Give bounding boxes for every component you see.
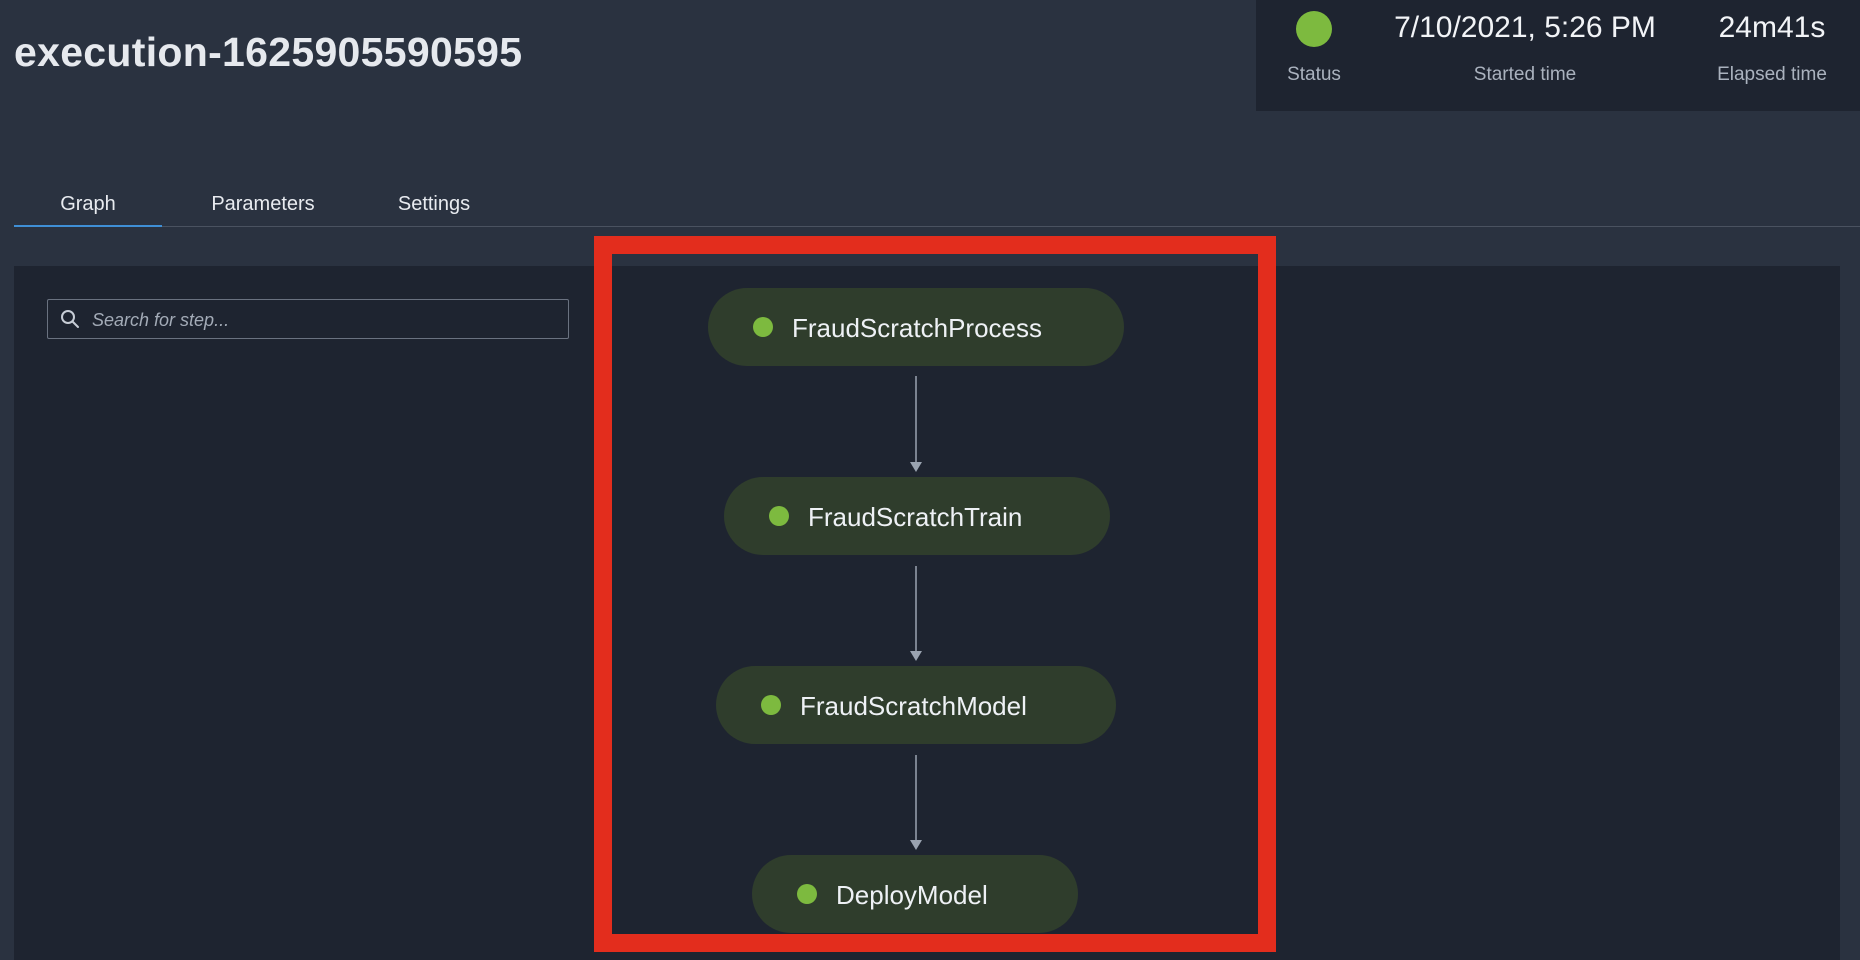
tab-parameters[interactable]: Parameters: [190, 184, 336, 225]
step-search-box[interactable]: [47, 299, 569, 340]
step-label: FraudScratchModel: [800, 691, 1027, 721]
status-indicator: [1264, 6, 1364, 50]
step-label: FraudScratchTrain: [808, 502, 1023, 532]
step-status-icon: [761, 695, 781, 715]
step-search-input[interactable]: [90, 300, 564, 340]
step-node-fraudscratchtrain[interactable]: FraudScratchTrain: [724, 477, 1110, 555]
step-node-deploymodel[interactable]: DeployModel: [752, 855, 1078, 933]
step-label: FraudScratchProcess: [792, 313, 1042, 343]
search-icon: [61, 310, 79, 328]
elapsed-time-value: 24m41s: [1718, 11, 1826, 44]
status-label: Status: [1287, 64, 1341, 85]
page-title: execution-1625905590595: [14, 29, 523, 75]
started-time-label: Started time: [1473, 64, 1577, 85]
tab-settings[interactable]: Settings: [372, 184, 496, 225]
tab-bar: Graph Parameters Settings: [14, 184, 1860, 227]
step-node-fraudscratchprocess[interactable]: FraudScratchProcess: [708, 288, 1124, 366]
status-column: Status: [1256, 0, 1370, 111]
started-time-value: 7/10/2021, 5:26 PM: [1394, 11, 1656, 44]
tab-graph[interactable]: Graph: [14, 184, 162, 227]
elapsed-time-column: 24m41s Elapsed time: [1688, 0, 1856, 111]
step-label: DeployModel: [836, 880, 988, 910]
started-time-column: 7/10/2021, 5:26 PM Started time: [1380, 0, 1670, 111]
pipeline-execution-page: execution-1625905590595 Status 7/10/2021…: [0, 0, 1860, 960]
execution-summary-panel: Status 7/10/2021, 5:26 PM Started time 2…: [1256, 0, 1860, 111]
step-status-icon: [769, 506, 789, 526]
step-node-fraudscratchmodel[interactable]: FraudScratchModel: [716, 666, 1116, 744]
status-dot-icon: [1296, 11, 1332, 48]
step-status-icon: [753, 317, 773, 337]
elapsed-time-label: Elapsed time: [1717, 64, 1827, 85]
step-status-icon: [797, 884, 817, 904]
